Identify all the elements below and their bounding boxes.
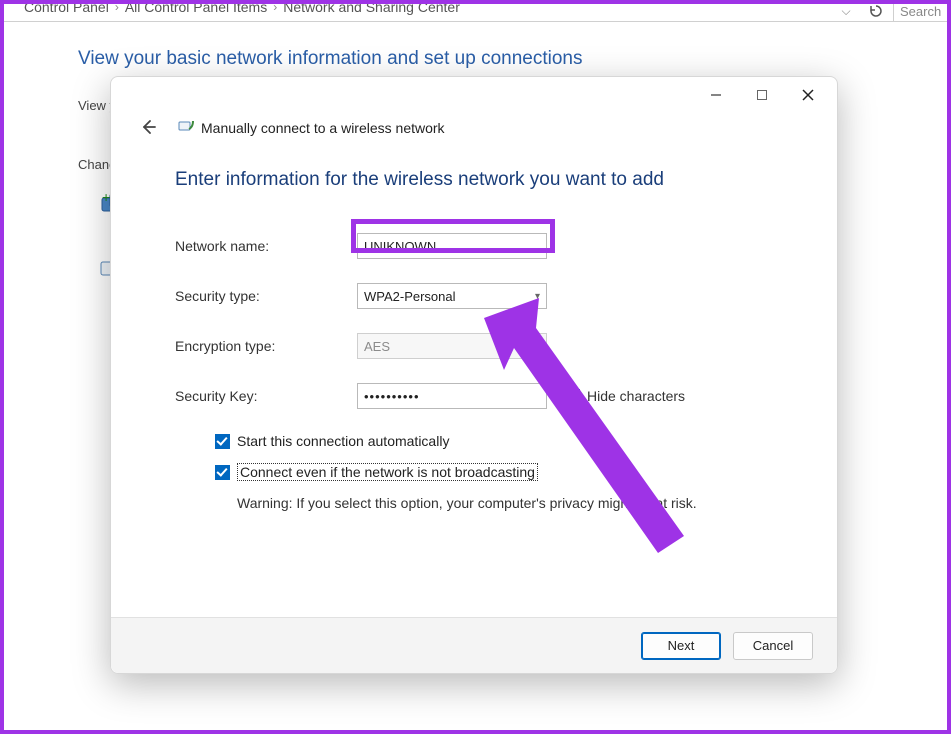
refresh-button[interactable] xyxy=(859,4,893,22)
maximize-button[interactable] xyxy=(739,81,785,109)
close-button[interactable] xyxy=(785,81,831,109)
start-auto-checkbox[interactable] xyxy=(215,434,230,449)
encryption-type-label: Encryption type: xyxy=(175,338,357,354)
page-heading: View your basic network information and … xyxy=(78,48,897,70)
security-key-input[interactable] xyxy=(357,383,547,409)
cancel-button[interactable]: Cancel xyxy=(733,632,813,660)
breadcrumb-0[interactable]: Control Panel xyxy=(24,4,109,15)
search-input[interactable]: Search xyxy=(893,4,943,22)
chevron-down-icon: ▾ xyxy=(535,341,540,352)
network-name-label: Network name: xyxy=(175,238,357,254)
address-bar: Control Panel › All Control Panel Items … xyxy=(4,4,947,22)
breadcrumb-1[interactable]: All Control Panel Items xyxy=(125,4,267,15)
chevron-down-icon: ▾ xyxy=(535,291,540,302)
encryption-type-value: AES xyxy=(364,339,390,354)
minimize-button[interactable] xyxy=(693,81,739,109)
connect-not-broadcasting-label: Connect even if the network is not broad… xyxy=(237,463,538,481)
svg-text:+: + xyxy=(102,190,110,205)
hide-characters-checkbox[interactable] xyxy=(565,389,580,404)
start-auto-label: Start this connection automatically xyxy=(237,433,449,449)
chevron-down-icon[interactable]: ⌵ xyxy=(833,4,859,19)
security-key-label: Security Key: xyxy=(175,388,357,404)
chevron-right-icon: › xyxy=(273,4,277,14)
security-type-label: Security type: xyxy=(175,288,357,304)
back-arrow-icon[interactable] xyxy=(139,118,159,138)
breadcrumb-2[interactable]: Network and Sharing Center xyxy=(283,4,460,15)
manual-connect-dialog: Manually connect to a wireless network E… xyxy=(110,76,838,674)
warning-text: Warning: If you select this option, your… xyxy=(237,495,773,511)
connect-not-broadcasting-checkbox[interactable] xyxy=(215,465,230,480)
security-type-value: WPA2-Personal xyxy=(364,289,456,304)
dialog-footer: Next Cancel xyxy=(111,617,837,673)
title-bar xyxy=(111,77,837,113)
chevron-right-icon: › xyxy=(115,4,119,14)
dialog-heading: Enter information for the wireless netwo… xyxy=(175,169,773,191)
network-name-input[interactable] xyxy=(357,233,547,259)
next-button[interactable]: Next xyxy=(641,632,721,660)
dialog-title: Manually connect to a wireless network xyxy=(201,120,445,136)
encryption-type-select: AES ▾ xyxy=(357,333,547,359)
wireless-network-icon xyxy=(177,117,195,140)
security-type-select[interactable]: WPA2-Personal ▾ xyxy=(357,283,547,309)
hide-characters-label: Hide characters xyxy=(587,388,685,404)
dialog-header-row: Manually connect to a wireless network xyxy=(111,113,837,143)
